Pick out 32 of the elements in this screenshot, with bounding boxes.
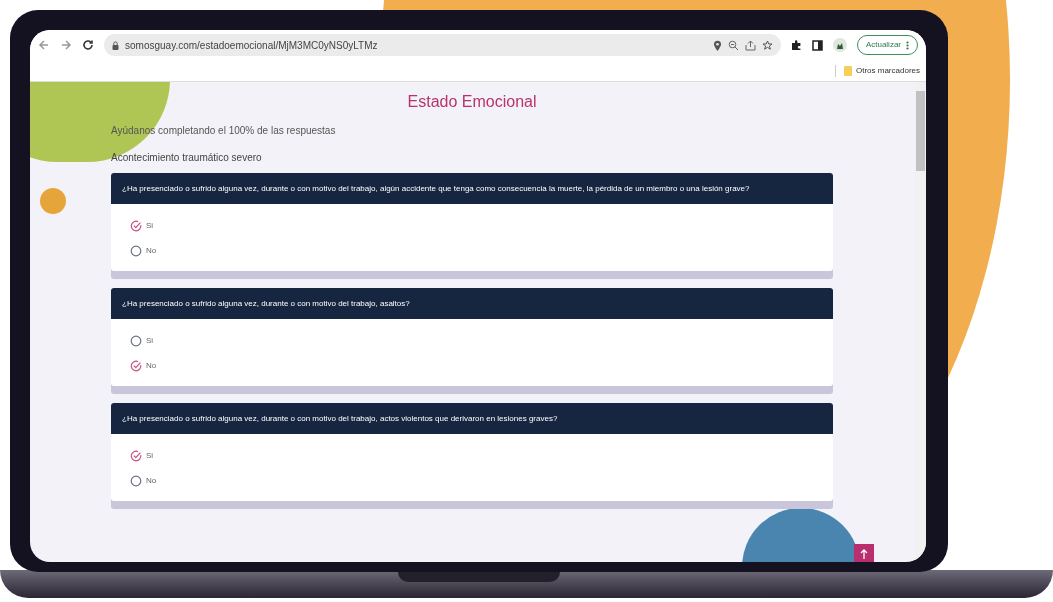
- update-button[interactable]: Actualizar: [856, 35, 918, 55]
- puzzle-icon[interactable]: [790, 39, 802, 51]
- star-icon[interactable]: [761, 39, 773, 51]
- question-text: ¿Ha presenciado o sufrido alguna vez, durante o con motivo del trabajo, algún accidente que tenga como consecuencia la muerte, la pérdida de un miembro o una lesión grave?: [122, 182, 750, 195]
- more-vertical-icon: [906, 40, 909, 50]
- radio-option[interactable]: Si: [130, 218, 154, 234]
- scrollbar-thumb[interactable]: [916, 91, 925, 171]
- forward-arrow-icon[interactable]: [60, 39, 72, 51]
- radio-option[interactable]: Si: [130, 333, 154, 349]
- back-arrow-icon[interactable]: [38, 39, 50, 51]
- page-title: Estado Emocional: [406, 92, 538, 112]
- bookmark-folder[interactable]: Otros marcadores: [834, 64, 920, 77]
- reload-icon[interactable]: [82, 39, 94, 51]
- url-text: somosguay.com/estadoemocional/MjM3MC0yNS0yLTMz: [125, 38, 378, 53]
- radio-option[interactable]: No: [130, 358, 157, 374]
- side-panel-icon[interactable]: [811, 39, 823, 51]
- address-bar[interactable]: somosguay.com/estadoemocional/MjM3MC0yNS0yLTMz: [104, 34, 781, 56]
- zoom-icon[interactable]: [727, 39, 739, 51]
- radio-option[interactable]: No: [130, 473, 157, 489]
- up-arrow-icon: [860, 549, 868, 559]
- profile-avatar-icon[interactable]: [832, 38, 847, 52]
- question-text: ¿Ha presenciado o sufrido alguna vez, durante o con motivo del trabajo, actos violentos que derivaron en lesiones graves?: [122, 412, 558, 425]
- scroll-to-top-button[interactable]: [854, 544, 874, 562]
- question-text: ¿Ha presenciado o sufrido alguna vez, durante o con motivo del trabajo, asaltos?: [122, 297, 410, 310]
- folder-icon: [843, 65, 852, 76]
- radio-option[interactable]: Si: [130, 448, 154, 464]
- radio-option[interactable]: No: [130, 243, 157, 259]
- lock-icon: [112, 40, 119, 50]
- location-pin-icon[interactable]: [712, 39, 722, 51]
- section-heading: Acontecimiento traumático severo: [111, 151, 262, 165]
- share-icon[interactable]: [744, 39, 756, 51]
- scrollbar[interactable]: [915, 82, 926, 562]
